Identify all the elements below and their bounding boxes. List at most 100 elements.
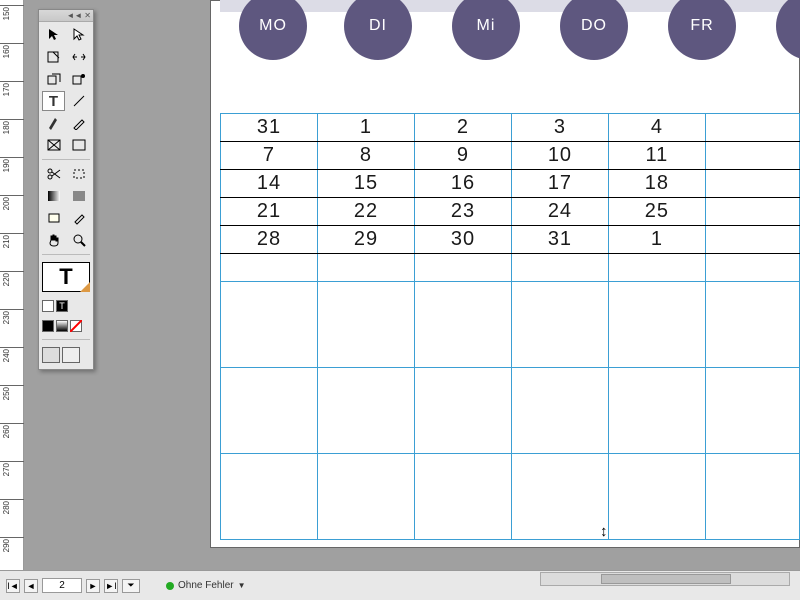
empty-cell[interactable] <box>608 368 705 454</box>
date-cell[interactable] <box>705 226 799 254</box>
date-cell[interactable]: 18 <box>608 170 705 198</box>
date-cell[interactable]: 17 <box>511 170 608 198</box>
date-cell[interactable]: 8 <box>317 142 414 170</box>
panel-collapse-icon[interactable]: ◄◄ <box>66 11 82 20</box>
status-dropdown-icon[interactable]: ▼ <box>238 581 246 590</box>
gap-tool[interactable] <box>67 47 90 67</box>
date-cell[interactable]: 25 <box>608 198 705 226</box>
date-cell[interactable]: 10 <box>511 142 608 170</box>
date-cell[interactable]: 28 <box>221 226 318 254</box>
empty-cell[interactable] <box>608 282 705 368</box>
fill-stroke-proxy[interactable]: T <box>42 262 90 292</box>
gradient-feather-tool[interactable] <box>67 186 90 206</box>
page-tool[interactable] <box>42 47 65 67</box>
date-cell[interactable]: 30 <box>414 226 511 254</box>
date-cell[interactable]: 2 <box>414 114 511 142</box>
empty-cell[interactable] <box>221 282 318 368</box>
preview-view-icon[interactable] <box>62 347 80 363</box>
type-tool[interactable]: T <box>42 91 65 111</box>
date-cell[interactable]: 23 <box>414 198 511 226</box>
empty-cell[interactable] <box>317 454 414 540</box>
empty-cell[interactable] <box>511 368 608 454</box>
date-cell[interactable] <box>705 142 799 170</box>
free-transform-tool[interactable] <box>67 164 90 184</box>
empty-cell[interactable] <box>608 454 705 540</box>
empty-cell[interactable] <box>317 368 414 454</box>
eyedropper-tool[interactable] <box>67 208 90 228</box>
last-page-button[interactable]: ►I <box>104 579 118 593</box>
note-tool[interactable] <box>42 208 65 228</box>
page-menu-button[interactable]: ⏷ <box>122 579 140 593</box>
date-cell[interactable] <box>705 114 799 142</box>
calendar-table[interactable]: 3112347891011141516171821222324252829303… <box>220 113 800 540</box>
direct-selection-tool[interactable] <box>67 25 90 45</box>
date-cell[interactable]: 11 <box>608 142 705 170</box>
vertical-ruler[interactable]: 1501601701801902002102202302402502602702… <box>0 0 24 570</box>
empty-cell[interactable] <box>511 282 608 368</box>
apply-gradient[interactable] <box>56 320 68 332</box>
zoom-tool[interactable] <box>67 230 90 250</box>
empty-cell[interactable] <box>705 454 799 540</box>
date-cell[interactable]: 31 <box>221 114 318 142</box>
date-cell[interactable]: 4 <box>608 114 705 142</box>
empty-cell[interactable] <box>317 282 414 368</box>
gradient-swatch-tool[interactable] <box>42 186 65 206</box>
scrollbar-thumb[interactable] <box>601 574 731 584</box>
normal-view-icon[interactable] <box>42 347 60 363</box>
date-cell[interactable]: 9 <box>414 142 511 170</box>
date-cell[interactable]: 24 <box>511 198 608 226</box>
empty-cell[interactable] <box>414 282 511 368</box>
format-text-icon[interactable]: T <box>56 300 68 312</box>
empty-cell[interactable] <box>511 454 608 540</box>
empty-cell[interactable] <box>414 454 511 540</box>
horizontal-scrollbar[interactable] <box>540 572 790 586</box>
date-cell[interactable]: 14 <box>221 170 318 198</box>
date-cell[interactable] <box>705 198 799 226</box>
empty-cell[interactable] <box>221 454 318 540</box>
date-cell[interactable]: 29 <box>317 226 414 254</box>
empty-cell[interactable] <box>221 254 318 282</box>
tools-panel[interactable]: ◄◄ ✕ T T <box>38 9 94 370</box>
empty-cell[interactable] <box>705 254 799 282</box>
line-tool[interactable] <box>67 91 90 111</box>
panel-close-icon[interactable]: ✕ <box>84 11 91 20</box>
content-placer-tool[interactable] <box>67 69 90 89</box>
date-cell[interactable]: 16 <box>414 170 511 198</box>
empty-cell[interactable] <box>608 254 705 282</box>
date-cell[interactable]: 15 <box>317 170 414 198</box>
date-cell[interactable] <box>705 170 799 198</box>
hand-tool[interactable] <box>42 230 65 250</box>
ruler-label: 260 <box>2 425 11 438</box>
empty-cell[interactable] <box>414 368 511 454</box>
date-cell[interactable]: 22 <box>317 198 414 226</box>
rectangle-frame-tool[interactable] <box>42 135 65 155</box>
page-number-input[interactable] <box>42 578 82 593</box>
empty-cell[interactable] <box>414 254 511 282</box>
date-cell[interactable]: 31 <box>511 226 608 254</box>
date-cell[interactable]: 3 <box>511 114 608 142</box>
empty-cell[interactable] <box>221 368 318 454</box>
date-cell[interactable]: 1 <box>608 226 705 254</box>
tools-panel-header[interactable]: ◄◄ ✕ <box>39 10 93 22</box>
pen-tool[interactable] <box>42 113 65 133</box>
empty-cell[interactable] <box>705 368 799 454</box>
empty-cell[interactable] <box>317 254 414 282</box>
next-page-button[interactable]: ► <box>86 579 100 593</box>
date-cell[interactable]: 7 <box>221 142 318 170</box>
content-collector-tool[interactable] <box>42 69 65 89</box>
empty-cell[interactable] <box>511 254 608 282</box>
empty-cell[interactable] <box>705 282 799 368</box>
apply-color-black[interactable] <box>42 320 54 332</box>
date-cell[interactable]: 21 <box>221 198 318 226</box>
format-container-icon[interactable] <box>42 300 54 312</box>
first-page-button[interactable]: I◄ <box>6 579 20 593</box>
preflight-status[interactable]: Ohne Fehler ▼ <box>166 580 246 591</box>
selection-tool[interactable] <box>42 25 65 45</box>
rectangle-tool[interactable] <box>67 135 90 155</box>
prev-page-button[interactable]: ◄ <box>24 579 38 593</box>
scissors-tool[interactable] <box>42 164 65 184</box>
date-cell[interactable]: 1 <box>317 114 414 142</box>
apply-none[interactable] <box>70 320 82 332</box>
color-swatch-row <box>42 320 82 332</box>
pencil-tool[interactable] <box>67 113 90 133</box>
